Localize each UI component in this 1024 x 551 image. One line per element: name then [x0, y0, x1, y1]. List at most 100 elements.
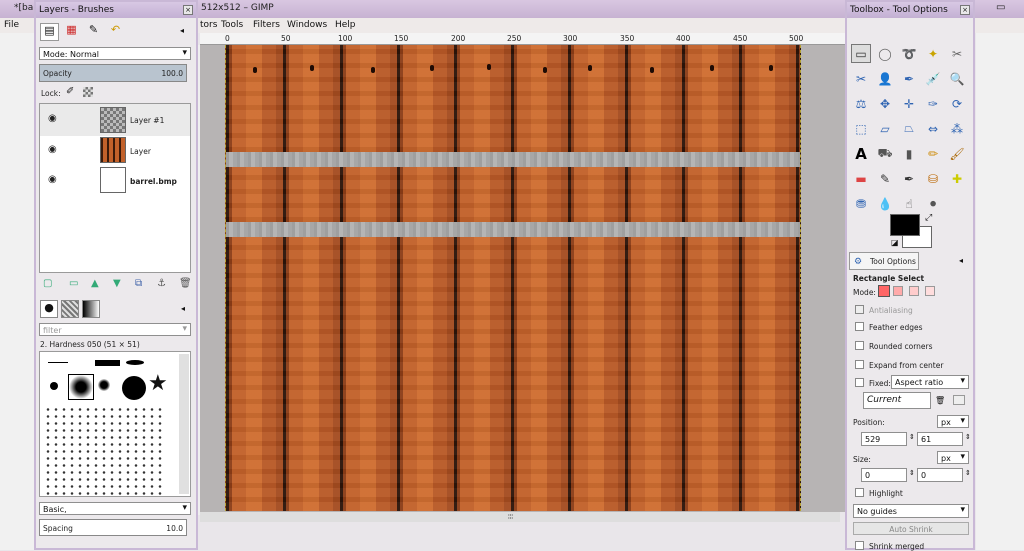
dodge-burn-icon[interactable]: ⚫	[923, 194, 943, 213]
tab-menu-icon[interactable]: ◂	[180, 26, 184, 35]
bucket-fill-icon[interactable]: ⛟	[875, 144, 895, 163]
tab-menu-icon[interactable]: ◂	[959, 256, 963, 265]
eye-icon[interactable]: ◉	[48, 113, 57, 124]
position-y-input[interactable]: 61	[917, 432, 963, 446]
by-color-select-icon[interactable]: ✂	[851, 69, 871, 88]
scale-icon[interactable]: ⬚	[851, 119, 871, 138]
spinner-icon[interactable]: ⇕	[909, 469, 915, 477]
menu-help[interactable]: Help	[335, 20, 356, 30]
blur-icon[interactable]: 💧	[875, 194, 895, 213]
foreground-color-swatch[interactable]	[890, 214, 920, 236]
rotate-icon[interactable]: ⟳	[947, 94, 967, 113]
paths-tab-icon[interactable]: ✎	[84, 23, 103, 41]
spacing-slider[interactable]: Spacing 10.0	[39, 519, 187, 536]
foreground-select-icon[interactable]: 👤	[875, 69, 895, 88]
duplicate-layer-icon[interactable]: ⧉	[135, 278, 142, 289]
expand-center-checkbox[interactable]	[855, 360, 864, 369]
zoom-icon[interactable]: 🔍	[947, 69, 967, 88]
ellipse-select-icon[interactable]: ◯	[875, 44, 895, 63]
layer-row[interactable]: ◉ Layer	[40, 136, 190, 166]
layer-name[interactable]: barrel.bmp	[130, 177, 177, 186]
brush-item[interactable]	[50, 382, 58, 390]
new-layer-icon[interactable]: ▢	[43, 278, 52, 289]
spinner-icon[interactable]: ⇕	[965, 469, 971, 477]
shear-icon[interactable]: ▱	[875, 119, 895, 138]
pencil-icon[interactable]: ✏	[923, 144, 943, 163]
move-icon[interactable]: ✥	[875, 94, 895, 113]
fixed-checkbox[interactable]	[855, 378, 864, 387]
paintbrush-icon[interactable]: 🖌	[947, 144, 967, 163]
highlight-checkbox[interactable]	[855, 488, 864, 497]
smudge-icon[interactable]: ☝	[899, 194, 919, 213]
brush-item[interactable]	[126, 360, 144, 365]
brushes-tab-icon[interactable]: ●	[40, 300, 58, 318]
mode-replace-icon[interactable]	[878, 285, 890, 297]
undo-tab-icon[interactable]: ↶	[106, 23, 125, 41]
brush-preset-select[interactable]: Basic,	[39, 502, 191, 515]
brush-grid[interactable]: ★	[39, 351, 191, 497]
auto-shrink-button[interactable]: Auto Shrink	[853, 522, 969, 535]
lower-layer-icon[interactable]: ▼	[113, 278, 121, 289]
lock-pixels-icon[interactable]: ✐	[66, 86, 74, 97]
size-unit-select[interactable]: px	[937, 451, 969, 464]
scissors-icon[interactable]: ✂	[947, 44, 967, 63]
current-value-input[interactable]: Current	[863, 392, 931, 409]
flip-icon[interactable]: ⇔	[923, 119, 943, 138]
align-icon[interactable]: ✛	[899, 94, 919, 113]
gradients-tab-icon[interactable]	[82, 300, 100, 318]
menu-filters[interactable]: Filters	[253, 20, 280, 30]
ink-icon[interactable]: ✒	[899, 169, 919, 188]
brush-item-selected[interactable]	[68, 374, 94, 400]
menu-file[interactable]: File	[4, 20, 19, 30]
delete-layer-icon[interactable]: 🗑	[179, 278, 192, 289]
brush-filter-input[interactable]: filter	[39, 323, 191, 336]
perspective-icon[interactable]: ⏢	[899, 119, 919, 138]
cage-icon[interactable]: ⁂	[947, 119, 967, 138]
spinner-icon[interactable]: ⇕	[909, 433, 915, 441]
position-unit-select[interactable]: px	[937, 415, 969, 428]
shrink-merged-checkbox[interactable]	[855, 541, 864, 550]
layer-name[interactable]: Layer	[130, 147, 151, 156]
close-icon[interactable]: ×	[960, 5, 970, 15]
airbrush-icon[interactable]: ✎	[875, 169, 895, 188]
default-colors-icon[interactable]: ◪	[891, 238, 899, 247]
horizontal-ruler[interactable]: 0 50 100 150 200 250 300 350 400 450 500	[200, 33, 848, 45]
blend-icon[interactable]: ▮	[899, 144, 919, 163]
star-brush-icon[interactable]: ★	[148, 373, 168, 395]
brush-scrollbar[interactable]	[179, 354, 189, 494]
anchor-layer-icon[interactable]: ⚓	[157, 278, 166, 289]
layers-tab-icon[interactable]: ▤	[40, 23, 59, 41]
menu-colors[interactable]: tors	[200, 20, 217, 30]
free-select-icon[interactable]: ➰	[899, 44, 919, 63]
heal-icon[interactable]: ✚	[947, 169, 967, 188]
perspective-clone-icon[interactable]: ⛃	[851, 194, 871, 213]
position-x-input[interactable]: 529	[861, 432, 907, 446]
spinner-icon[interactable]: ⇕	[965, 433, 971, 441]
text-tool-icon[interactable]: A	[851, 144, 871, 163]
layer-name[interactable]: Layer #1	[130, 116, 164, 125]
feather-checkbox[interactable]	[855, 322, 864, 331]
eye-icon[interactable]: ◉	[48, 174, 57, 185]
measure-icon[interactable]: ⚖	[851, 94, 871, 113]
brush-item[interactable]	[48, 362, 68, 363]
horizontal-scrollbar[interactable]: ⦙⦙⦙	[200, 512, 840, 522]
size-height-input[interactable]: 0	[917, 468, 963, 482]
mode-subtract-icon[interactable]	[909, 286, 919, 296]
trash-icon[interactable]: 🗑	[935, 396, 945, 405]
orientation-icon[interactable]	[953, 395, 965, 405]
close-icon[interactable]: ×	[183, 5, 193, 15]
brush-item[interactable]	[98, 379, 110, 391]
guides-select[interactable]: No guides	[853, 504, 969, 518]
raise-layer-icon[interactable]: ▲	[91, 278, 99, 289]
fuzzy-select-icon[interactable]: ✦	[923, 44, 943, 63]
layer-row[interactable]: ◉ barrel.bmp	[40, 166, 190, 196]
tab-menu-icon[interactable]: ◂	[181, 304, 185, 313]
antialiasing-checkbox[interactable]	[855, 305, 864, 314]
layer-mode-select[interactable]: Mode: Normal	[39, 47, 191, 60]
rect-select-icon[interactable]: ▭	[851, 44, 871, 63]
rounded-checkbox[interactable]	[855, 341, 864, 350]
menu-tools[interactable]: Tools	[221, 20, 243, 30]
new-group-icon[interactable]: ▭	[69, 278, 78, 289]
mode-intersect-icon[interactable]	[925, 286, 935, 296]
lock-alpha-icon[interactable]	[83, 87, 93, 97]
